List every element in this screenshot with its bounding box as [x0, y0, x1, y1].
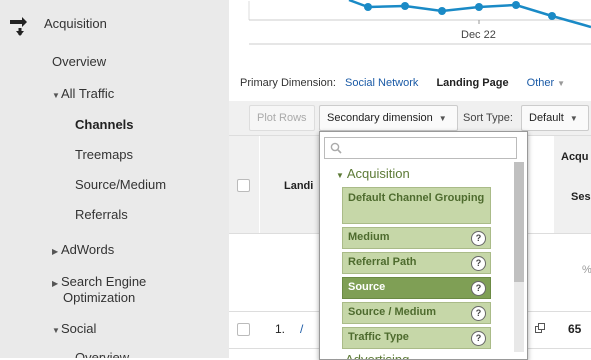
- chevron-down-icon: ▼: [438, 114, 447, 123]
- scrollbar-thumb[interactable]: [514, 162, 524, 282]
- option-referral-path[interactable]: Referral Path?: [342, 252, 491, 274]
- row-checkbox[interactable]: [237, 323, 250, 336]
- sidebar-item-overview[interactable]: Overview: [52, 54, 106, 69]
- option-default-channel-grouping[interactable]: Default Channel Grouping: [342, 187, 491, 224]
- column-header-sessions[interactable]: Ses: [571, 191, 591, 203]
- expanded-triangle-icon: ▼: [336, 171, 344, 180]
- dimension-landing-page[interactable]: Landing Page: [436, 77, 508, 89]
- data-point: [364, 3, 372, 11]
- sidebar-item-seo[interactable]: ▶ Search Engine: [52, 274, 146, 289]
- sidebar-item-social[interactable]: ▼Social: [52, 321, 96, 336]
- open-link-icon[interactable]: [535, 323, 546, 334]
- search-icon: [330, 142, 342, 154]
- row-landing-link[interactable]: /: [300, 322, 303, 336]
- dropdown-group-acquisition[interactable]: ▼ Acquisition: [336, 166, 410, 181]
- help-icon[interactable]: ?: [471, 281, 486, 296]
- dimension-other[interactable]: Other ▼: [527, 77, 565, 89]
- sidebar-item-source-medium[interactable]: Source/Medium: [75, 177, 166, 192]
- table-toolbar: Plot Rows Secondary dimension ▼ Sort Type…: [229, 101, 591, 135]
- column-group-acquisition: Acqu: [561, 151, 589, 163]
- data-point: [548, 12, 556, 20]
- data-point: [401, 2, 409, 10]
- sidebar-section-acquisition[interactable]: Acquisition: [44, 16, 107, 31]
- chart-area: Dec 22: [229, 0, 591, 50]
- sidebar-item-adwords[interactable]: ▶ AdWords: [52, 242, 114, 257]
- chevron-down-icon: ▼: [569, 114, 578, 123]
- sidebar-item-social-overview[interactable]: Overview: [75, 350, 129, 358]
- option-source[interactable]: Source?: [342, 277, 491, 299]
- option-traffic-type[interactable]: Traffic Type?: [342, 327, 491, 349]
- dropdown-group-advertising[interactable]: ▶ Advertising: [336, 352, 409, 359]
- chevron-down-icon: ▼: [557, 79, 566, 88]
- sidebar-item-treemaps[interactable]: Treemaps: [75, 147, 133, 162]
- dimension-social-network[interactable]: Social Network: [345, 77, 418, 89]
- select-all-checkbox[interactable]: [237, 179, 250, 192]
- expanded-triangle-icon: ▼: [52, 91, 60, 100]
- plot-rows-button[interactable]: Plot Rows: [249, 105, 315, 131]
- secondary-dimension-dropdown: ▼ Acquisition Default Channel Grouping M…: [319, 131, 528, 360]
- trend-line-chart: [248, 0, 591, 45]
- collapsed-triangle-icon: ▶: [52, 279, 59, 288]
- primary-dimension-label: Primary Dimension:: [240, 77, 336, 89]
- sidebar-item-all-traffic[interactable]: ▼All Traffic: [52, 86, 114, 101]
- dropdown-scrollbar[interactable]: [514, 162, 524, 352]
- help-icon[interactable]: ?: [471, 231, 486, 246]
- sidebar-item-seo-line2: Optimization: [63, 290, 136, 305]
- row-index: 1.: [275, 322, 286, 336]
- expanded-triangle-icon: ▼: [52, 326, 60, 335]
- row-sessions-value: 65: [568, 322, 582, 336]
- data-point: [438, 7, 446, 15]
- chart-x-tick-label: Dec 22: [461, 29, 496, 41]
- sidebar-item-channels[interactable]: Channels: [75, 117, 134, 132]
- primary-dimension-bar: Primary Dimension: Social Network Landin…: [240, 77, 565, 89]
- secondary-dimension-button[interactable]: Secondary dimension ▼: [319, 105, 458, 131]
- sort-type-label: Sort Type:: [463, 112, 513, 124]
- dimension-search-input[interactable]: [324, 137, 517, 159]
- data-point: [475, 3, 483, 11]
- sidebar: Acquisition Overview ▼All Traffic Channe…: [0, 0, 229, 358]
- acquisition-icon: [10, 17, 27, 36]
- help-icon[interactable]: ?: [471, 331, 486, 346]
- help-icon[interactable]: ?: [471, 256, 486, 271]
- summary-percent: %: [582, 264, 591, 276]
- option-medium[interactable]: Medium?: [342, 227, 491, 249]
- option-source-medium[interactable]: Source / Medium?: [342, 302, 491, 324]
- column-header-landing-page[interactable]: Landi: [284, 180, 313, 192]
- sidebar-item-referrals[interactable]: Referrals: [75, 207, 128, 222]
- help-icon[interactable]: ?: [471, 306, 486, 321]
- sort-type-select[interactable]: Default ▼: [521, 105, 589, 131]
- data-point: [512, 1, 520, 9]
- collapsed-triangle-icon: ▶: [52, 247, 59, 256]
